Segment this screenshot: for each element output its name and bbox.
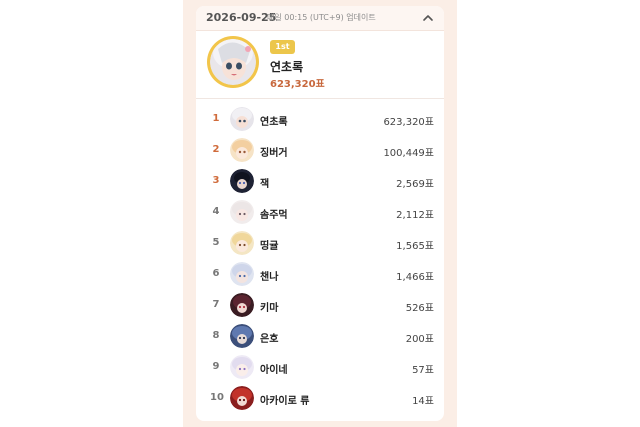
avatar xyxy=(230,138,254,162)
streamer-name: 연초록 xyxy=(260,117,288,128)
collapse-button[interactable] xyxy=(420,10,436,26)
avatar xyxy=(230,293,254,317)
ranking-date: 2026-09-25 xyxy=(206,11,277,24)
first-place-badge: 1st xyxy=(270,40,295,54)
first-place-name: 연초록 xyxy=(270,60,304,74)
card-header: 2026-09-25 매일 00:15 (UTC+9) 업데이트 xyxy=(196,6,444,31)
streamer-name: 띵귤 xyxy=(260,241,279,252)
rank-number: 7 xyxy=(212,299,220,310)
rank-number: 9 xyxy=(212,361,220,372)
ranking-row[interactable]: 8 은호 200표 xyxy=(196,323,444,349)
avatar xyxy=(230,200,254,224)
ranking-row[interactable]: 2 징버거 100,449표 xyxy=(196,137,444,163)
vote-count: 57표 xyxy=(412,365,434,376)
vote-count: 623,320표 xyxy=(383,117,434,128)
rank-number: 1 xyxy=(212,113,220,124)
rank-number: 8 xyxy=(212,330,220,341)
streamer-name: 키마 xyxy=(260,303,279,314)
vote-count: 2,569표 xyxy=(396,179,434,190)
avatar xyxy=(230,262,254,286)
vote-count: 1,466표 xyxy=(396,272,434,283)
avatar xyxy=(230,386,254,410)
streamer-name: 징버거 xyxy=(260,148,288,159)
rank-number: 6 xyxy=(212,268,220,279)
ranking-row[interactable]: 5 띵귤 1,565표 xyxy=(196,230,444,256)
rank-number: 2 xyxy=(212,144,220,155)
streamer-name: 아카이로 류 xyxy=(260,396,310,407)
chevron-up-icon xyxy=(423,15,433,21)
streamer-name: 잭 xyxy=(260,179,270,190)
streamer-name: 은호 xyxy=(260,334,279,345)
ranking-card: 2026-09-25 매일 00:15 (UTC+9) 업데이트 1st 연초록… xyxy=(196,6,444,421)
ranking-row[interactable]: 10 아카이로 류 14표 xyxy=(196,385,444,411)
vote-count: 526표 xyxy=(405,303,434,314)
avatar xyxy=(230,231,254,255)
streamer-name: 솜주먹 xyxy=(260,210,288,221)
page: 2026-09-25 매일 00:15 (UTC+9) 업데이트 1st 연초록… xyxy=(0,0,640,427)
avatar xyxy=(230,169,254,193)
vote-count: 200표 xyxy=(405,334,434,345)
avatar xyxy=(230,324,254,348)
rank-number: 3 xyxy=(212,175,220,186)
ranking-row[interactable]: 6 챈나 1,466표 xyxy=(196,261,444,287)
ranking-row[interactable]: 3 잭 2,569표 xyxy=(196,168,444,194)
rank-number: 4 xyxy=(212,206,220,217)
avatar xyxy=(230,355,254,379)
first-place-avatar[interactable] xyxy=(210,39,256,85)
rank-number: 10 xyxy=(210,392,224,403)
ranking-row[interactable]: 7 키마 526표 xyxy=(196,292,444,318)
rank-number: 5 xyxy=(212,237,220,248)
update-schedule-note: 매일 00:15 (UTC+9) 업데이트 xyxy=(267,13,376,22)
streamer-name: 챈나 xyxy=(260,272,279,283)
vote-count: 14표 xyxy=(412,396,434,407)
vote-count: 1,565표 xyxy=(396,241,434,252)
avatar xyxy=(230,107,254,131)
streamer-name: 아이네 xyxy=(260,365,288,376)
first-place-votes: 623,320표 xyxy=(270,79,325,90)
first-place-avatar-ring xyxy=(207,36,259,88)
ranking-row[interactable]: 9 아이네 57표 xyxy=(196,354,444,380)
vote-count: 2,112표 xyxy=(396,210,434,221)
first-place-section: 1st 연초록 623,320표 xyxy=(196,30,444,99)
ranking-row[interactable]: 4 솜주먹 2,112표 xyxy=(196,199,444,225)
vote-count: 100,449표 xyxy=(383,148,434,159)
ranking-row[interactable]: 1 연초록 623,320표 xyxy=(196,106,444,132)
